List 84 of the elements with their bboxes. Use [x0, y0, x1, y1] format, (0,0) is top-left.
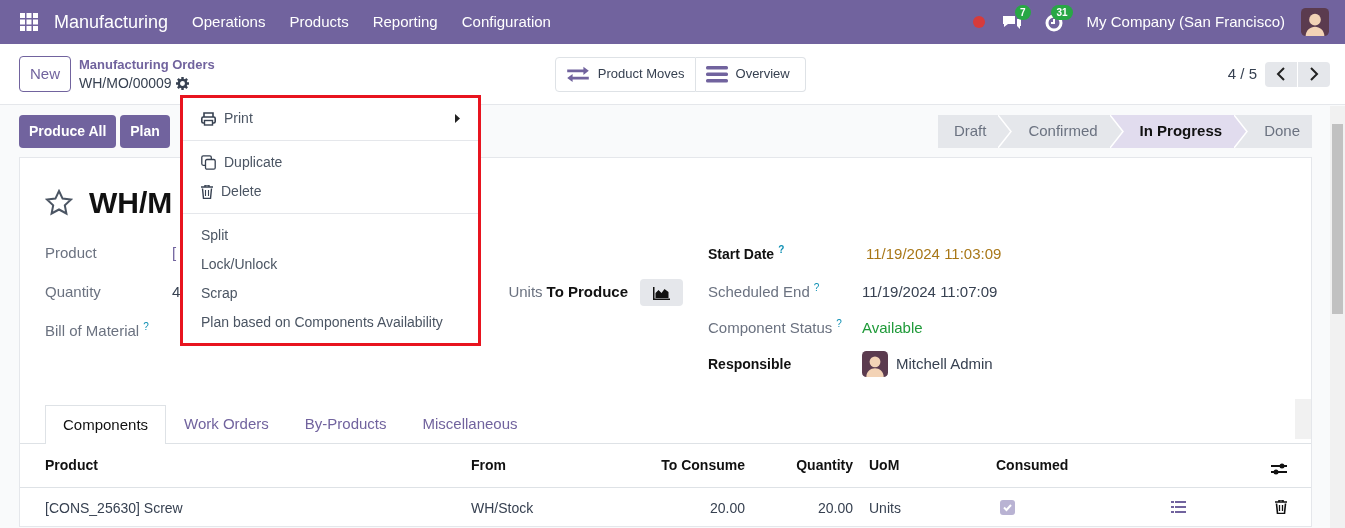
- action-button[interactable]: Produce All: [19, 115, 117, 148]
- user-avatar: [862, 351, 888, 377]
- new-button[interactable]: New: [19, 55, 71, 93]
- company-switcher[interactable]: My Company (San Francisco): [1086, 10, 1285, 34]
- menu-item[interactable]: Duplicate: [183, 148, 478, 177]
- message-count-badge: 7: [1015, 4, 1031, 20]
- trash-icon: [201, 184, 213, 199]
- user-avatar: [1301, 8, 1329, 36]
- help-tooltip[interactable]: ?: [778, 243, 785, 255]
- table-cell: 20.00: [753, 487, 861, 528]
- settings-icon[interactable]: [175, 76, 189, 90]
- menu-item[interactable]: Delete: [183, 177, 478, 206]
- table-cell: Units: [861, 487, 988, 528]
- menu-item[interactable]: Configuration: [461, 10, 551, 34]
- printer-icon: [201, 111, 216, 126]
- app-name[interactable]: Manufacturing: [54, 8, 169, 36]
- scrollbar[interactable]: [1295, 399, 1311, 439]
- column-header: Quantity: [753, 444, 861, 488]
- area-chart-icon: [653, 286, 670, 300]
- field-label: Start Date $^{?}$: [708, 243, 786, 264]
- field-value: Available: [862, 317, 923, 338]
- table-cell: [CONS_25630] Screw: [20, 487, 463, 528]
- menu-item[interactable]: Print: [183, 104, 478, 133]
- chevron-left-icon: [1276, 67, 1286, 81]
- action-button[interactable]: Plan: [120, 115, 170, 148]
- column-header: To Consume: [613, 444, 753, 488]
- star-icon[interactable]: [45, 189, 73, 217]
- next-button[interactable]: [1298, 61, 1330, 87]
- caret-right-icon: [455, 114, 460, 123]
- scrollbar[interactable]: [1330, 106, 1345, 528]
- status-step[interactable]: Draft: [937, 115, 999, 148]
- menu-item[interactable]: Scrap: [183, 279, 478, 308]
- smart-button[interactable]: Overview: [695, 56, 806, 92]
- copy-icon: [201, 155, 216, 170]
- record-name: WH/MO/00009: [79, 74, 172, 92]
- tab[interactable]: Miscellaneous: [404, 404, 536, 443]
- menu-item[interactable]: Reporting: [372, 10, 438, 34]
- help-tooltip[interactable]: ?: [813, 281, 820, 293]
- unit-label: Units: [508, 282, 543, 303]
- tab[interactable]: Work Orders: [166, 404, 287, 443]
- field-label: Bill of Material $^{?}$: [45, 320, 150, 342]
- field-value: 11/19/2024 11:07:09: [862, 281, 998, 302]
- menu-item[interactable]: Lock/Unlock: [183, 250, 478, 279]
- breadcrumb-link[interactable]: Manufacturing Orders: [79, 56, 215, 74]
- column-settings-icon[interactable]: [1271, 462, 1287, 477]
- smart-button[interactable]: Product Moves: [554, 56, 696, 92]
- menu-item[interactable]: Plan based on Components Availability: [183, 308, 478, 337]
- transfer-arrows-icon: [565, 65, 590, 83]
- field-label: Scheduled End $^{?}$: [708, 280, 821, 302]
- tab[interactable]: By-Products: [286, 404, 405, 443]
- table-cell: 20.00: [613, 487, 753, 528]
- apps-menu-icon[interactable]: [20, 13, 38, 31]
- list-lines-icon: [705, 65, 728, 83]
- status-step[interactable]: Done: [1248, 115, 1312, 148]
- field-value: 11/19/2024 11:03:09: [866, 243, 1002, 264]
- field-value: [: [172, 243, 177, 264]
- field-label: Quantity: [45, 282, 102, 303]
- chevron-right-icon: [1309, 67, 1319, 81]
- field-label: Product: [45, 243, 98, 264]
- field-label: Responsible: [708, 354, 793, 374]
- detail-list-icon[interactable]: [1170, 501, 1186, 514]
- record-title: WH/M: [89, 185, 173, 221]
- menu-item[interactable]: Split: [183, 221, 478, 250]
- menu-item[interactable]: Operations: [192, 10, 266, 34]
- field-value: 4: [172, 282, 181, 303]
- help-tooltip[interactable]: ?: [836, 317, 842, 329]
- column-header: Product: [20, 444, 463, 488]
- column-header: From: [463, 444, 613, 488]
- column-header: UoM: [861, 444, 988, 488]
- tab[interactable]: Components: [45, 405, 167, 444]
- forecast-button[interactable]: [640, 279, 683, 306]
- table-cell: WH/Stock: [463, 487, 613, 528]
- checkbox[interactable]: [1000, 499, 1015, 515]
- to-produce-label: To Produce: [546, 282, 628, 303]
- pager-value: 4 / 5: [1227, 63, 1257, 84]
- menu-item[interactable]: Products: [289, 10, 349, 34]
- previous-button[interactable]: [1265, 61, 1297, 87]
- trash-icon[interactable]: [1275, 500, 1287, 515]
- column-header: Consumed: [988, 444, 1163, 488]
- recording-dot-icon[interactable]: [972, 16, 985, 28]
- field-value: Mitchell Admin: [896, 353, 993, 374]
- field-label: Component Status $^{?}$: [708, 316, 843, 338]
- activity-count-badge: 31: [1051, 4, 1073, 20]
- help-tooltip[interactable]: ?: [143, 321, 149, 333]
